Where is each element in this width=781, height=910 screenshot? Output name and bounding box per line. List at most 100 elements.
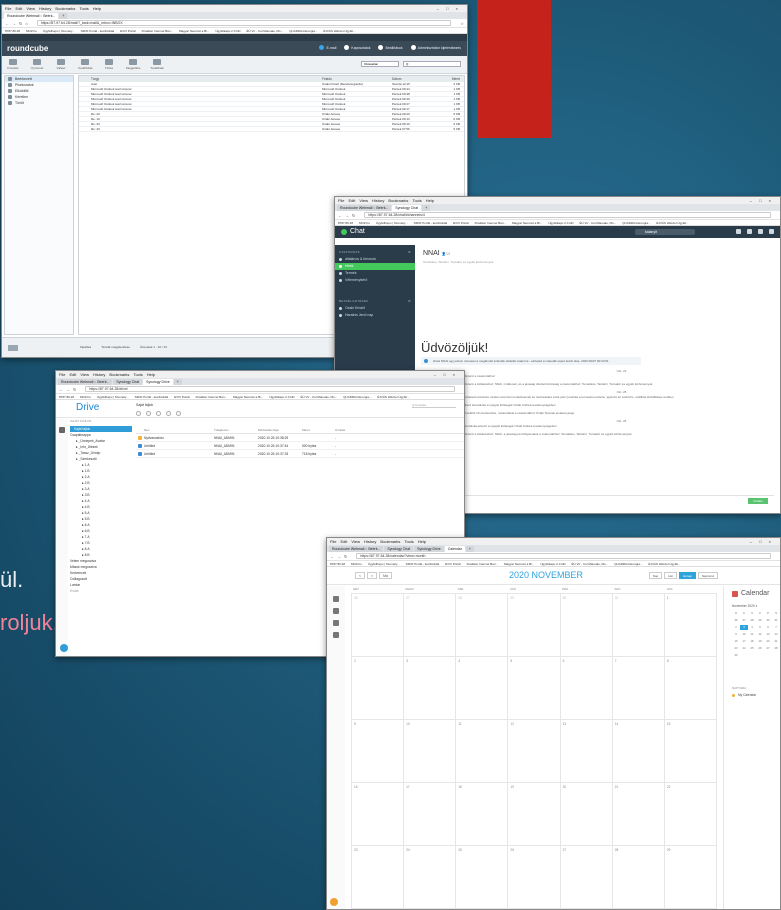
day-cell[interactable]: 9 (352, 720, 405, 783)
sidebar-item-channel[interactable]: általános & fórumok (335, 256, 415, 263)
rc-folder-item[interactable]: Törölt (5, 100, 73, 106)
rc-toolbar-button[interactable]: Továbbítás (78, 59, 93, 70)
mini-day[interactable]: 20 (764, 639, 772, 644)
home-icon[interactable]: ⌂ (25, 21, 27, 26)
menu-item[interactable]: File (330, 539, 336, 544)
bookmark-item[interactable]: ÜgyfélKapu | Személy... (376, 221, 408, 225)
bookmark-item[interactable]: ÉÜ Vír - Cel Manuale, Mo... (580, 221, 617, 225)
rc-toolbar-button[interactable]: Frissítés (6, 59, 20, 70)
reload-icon[interactable]: ↻ (344, 554, 347, 559)
drive-search[interactable]: Q Keresés (412, 402, 456, 408)
day-cell[interactable]: 5 (508, 657, 561, 720)
channel-members[interactable]: 👤13 (442, 252, 450, 256)
day-cell[interactable]: 28 (612, 846, 665, 909)
calendar-nav-button[interactable]: < (355, 572, 366, 579)
bookmark-item[interactable]: EVIV Portál (453, 221, 469, 225)
browser-tab[interactable]: Synology Drive (143, 379, 173, 385)
rc-search-input[interactable]: Q (403, 61, 461, 67)
rc-toolbar-button[interactable]: Új üzenet (30, 59, 44, 70)
sidebar-item-direct[interactable]: Haralnis Jenő nap (335, 312, 415, 319)
browser-tab[interactable]: Roundcube Webmail :: Beérk... (337, 205, 392, 211)
day-cell[interactable]: 16 (352, 783, 405, 846)
back-icon[interactable]: ← (59, 387, 63, 392)
people-icon[interactable] (333, 632, 339, 638)
menu-item[interactable]: Help (418, 539, 426, 544)
chat-search[interactable]: kalanyit (635, 229, 695, 235)
day-cell[interactable]: 8 (664, 657, 717, 720)
rc-toolbar-button[interactable]: Válasz (54, 59, 68, 70)
mini-day[interactable]: 27 (764, 646, 772, 651)
bookmark-item[interactable]: ÉJVÁS Hitiszet Ügyfél... (648, 562, 680, 566)
bookmark-item[interactable]: ÜgyfélKapu | Személy... (97, 395, 129, 399)
rc-footer-item[interactable]: Témák megjelenítése (101, 345, 130, 349)
menu-item[interactable]: Tools (404, 539, 413, 544)
home-icon[interactable] (333, 596, 339, 602)
browser-tab[interactable]: + (173, 379, 182, 385)
col-size[interactable]: Méret (302, 427, 335, 433)
mini-day[interactable]: 28 (748, 618, 756, 623)
menu-item[interactable]: Bookmarks (109, 372, 129, 377)
rc-footer-item[interactable]: Kijelölés (80, 345, 91, 349)
day-cell[interactable]: 6 (560, 657, 613, 720)
mini-day[interactable]: 9 (732, 632, 740, 637)
share-icon[interactable] (156, 411, 161, 416)
day-cell[interactable]: 31 (612, 594, 665, 657)
rc-toolbar-button[interactable]: Törlés (102, 59, 116, 70)
menu-item[interactable]: Bookmarks (55, 6, 75, 11)
back-icon[interactable]: ← (5, 21, 9, 26)
add-direct-icon[interactable]: ⚙ (408, 299, 411, 303)
day-cell[interactable]: 14 (612, 720, 665, 783)
mini-day[interactable]: 13 (764, 632, 772, 637)
browser-tab[interactable]: Roundcube Webmail :: Beérk... (58, 379, 113, 385)
sidebar-item-channel[interactable]: Hírek (335, 263, 415, 270)
bookmark-item[interactable]: 8787.86.28 (338, 221, 353, 225)
day-cell[interactable]: 20 (560, 783, 613, 846)
add-channel-icon[interactable]: ⚙ (408, 250, 411, 254)
bookmark-item[interactable]: Ügyfélkapu 2.0 HD (540, 562, 565, 566)
table-row[interactable]: Nyilvánosfoto NNAI_ADMIN 2020.10.26 10:38:… (136, 434, 464, 442)
url-bar[interactable]: https://87.97.64.28/chat/#channels/4 (364, 212, 771, 218)
message-item[interactable]: allszenti a küldetéshez: NNAI, nzddenek,… (463, 382, 780, 390)
rc-filter-select[interactable]: Olvasatlan (361, 61, 399, 67)
day-cell[interactable]: 25 (456, 846, 509, 909)
day-cell[interactable]: 17 (404, 783, 457, 846)
mini-day[interactable]: 3 (740, 625, 748, 630)
mini-day[interactable]: 17 (740, 639, 748, 644)
browser-tab[interactable]: + (465, 546, 474, 552)
menu-item[interactable]: Bookmarks (380, 539, 400, 544)
mini-day[interactable]: 7 (772, 625, 780, 630)
new-folder-icon[interactable] (146, 411, 151, 416)
day-cell[interactable]: 27 (404, 594, 457, 657)
calendar-nav-button[interactable]: > (367, 572, 378, 579)
search-icon[interactable] (333, 608, 339, 614)
day-cell[interactable]: 4 (456, 657, 509, 720)
rc-footer-item[interactable]: Üzenetek 1 - 10 / 10 (140, 345, 167, 349)
bookmark-item[interactable]: Magyar Nemzeti a Bi... (504, 562, 534, 566)
bookmark-item[interactable]: Ügyfélkapu 2.0 HD (215, 29, 240, 33)
menu-item[interactable]: Help (93, 6, 101, 11)
day-cell[interactable]: 28 (456, 594, 509, 657)
browser-tab[interactable]: Synology Drive (414, 546, 444, 552)
rc-header-item[interactable]: Kapcsolatok (344, 45, 370, 50)
window-controls[interactable]: – □ × (750, 197, 774, 204)
mini-day[interactable]: 10 (740, 632, 748, 637)
bookmark-item[interactable]: EVIV Portál (120, 29, 136, 33)
bookmark-item[interactable]: SZDF Portál - kezdőoldal (135, 395, 169, 399)
calendar-view-button[interactable]: Hónap (678, 572, 696, 579)
more-icon[interactable] (176, 411, 181, 416)
day-cell[interactable]: 26 (352, 594, 405, 657)
url-bar[interactable]: https://87.97.64.28/calendar/?view=month (356, 553, 771, 559)
day-cell[interactable]: 26 (508, 846, 561, 909)
bookmark-item[interactable]: Dnskiker Internet Ban... (196, 395, 227, 399)
bookmark-item[interactable]: ÉJVÁS Hitiszet Ügyfél... (377, 395, 409, 399)
calendar-view-button[interactable]: Nap (648, 572, 663, 579)
reload-icon[interactable]: ↻ (352, 213, 355, 218)
menu-item[interactable]: Help (147, 372, 155, 377)
day-cell[interactable]: 18 (456, 783, 509, 846)
message-item[interactable]: a kötelező értesítés minden szerzési ren… (463, 395, 780, 403)
bookmark-star-icon[interactable]: ☆ (460, 21, 464, 26)
mini-day[interactable]: 5 (756, 625, 764, 630)
calendar-nav-button[interactable]: Ma (379, 572, 392, 579)
menu-item[interactable]: Edit (15, 6, 22, 11)
bookmark-item[interactable]: EVIV Portál (445, 562, 461, 566)
